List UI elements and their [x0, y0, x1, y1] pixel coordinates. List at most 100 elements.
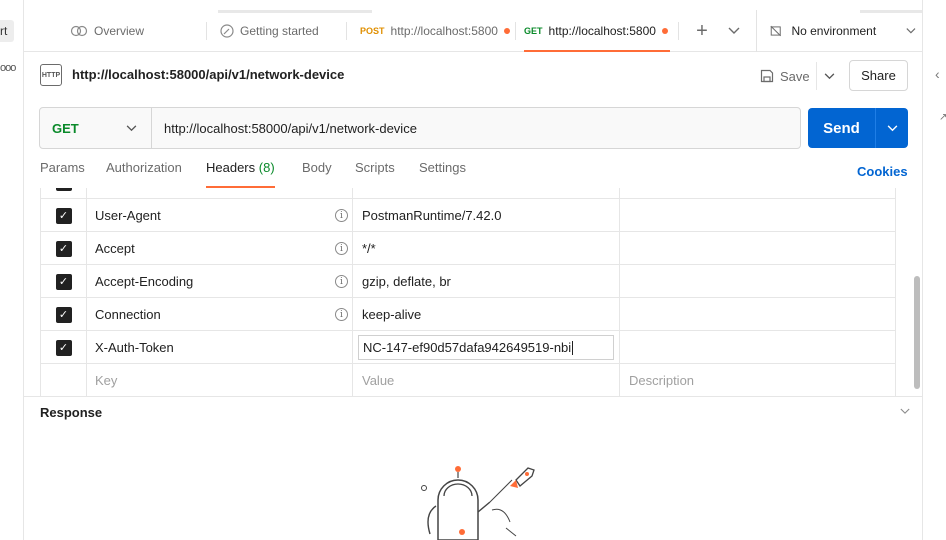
- text-caret: [572, 340, 574, 355]
- method-select[interactable]: GET: [40, 108, 152, 148]
- value-placeholder[interactable]: Value: [353, 364, 620, 396]
- checkbox-cell: ✓: [41, 188, 87, 199]
- description-cell[interactable]: [620, 188, 895, 199]
- astronaut-illustration: [421, 466, 535, 540]
- info-icon[interactable]: i: [335, 308, 348, 321]
- key-cell[interactable]: User-Agent i: [87, 199, 353, 232]
- method-badge: GET: [524, 26, 543, 36]
- value-cell[interactable]: [353, 188, 620, 199]
- key-cell[interactable]: Accept i: [87, 232, 353, 265]
- key-cell[interactable]: [87, 188, 353, 199]
- value-cell[interactable]: PostmanRuntime/7.42.0: [353, 199, 620, 232]
- header-key: Connection: [95, 307, 161, 322]
- table-row: ✓ Accept-Encoding i gzip, deflate, br: [41, 265, 895, 298]
- send-label: Send: [823, 119, 860, 137]
- send-button[interactable]: Send: [808, 108, 908, 148]
- headers-count: (8): [258, 160, 275, 175]
- value-cell[interactable]: keep-alive: [353, 298, 620, 331]
- unsaved-dot-icon: [661, 28, 668, 34]
- tab-settings[interactable]: Settings: [419, 160, 466, 188]
- collapse-icon[interactable]: ↗: [939, 112, 946, 123]
- tab-divider: [515, 22, 516, 40]
- url-input[interactable]: [152, 108, 800, 148]
- request-title[interactable]: http://localhost:58000/api/v1/network-de…: [72, 67, 344, 82]
- no-environment-icon: [770, 25, 781, 37]
- right-sidebar-strip: ‹ ↗: [922, 0, 946, 540]
- value-cell[interactable]: gzip, deflate, br: [353, 265, 620, 298]
- info-icon[interactable]: i: [335, 275, 348, 288]
- environment-label: No environment: [791, 24, 877, 38]
- description-cell[interactable]: [620, 265, 895, 298]
- tab-divider: [756, 10, 757, 52]
- tab-params[interactable]: Params: [40, 160, 85, 188]
- header-key: X-Auth-Token: [95, 340, 174, 355]
- checkbox[interactable]: ✓: [55, 306, 72, 323]
- tab-scripts[interactable]: Scripts: [355, 160, 395, 188]
- headers-table: ✓ ✓ User-Agent i PostmanRuntime/7.42.0 ✓ …: [40, 188, 896, 396]
- overview-icon: [70, 25, 88, 37]
- chevron-down-icon: [824, 72, 835, 79]
- cookies-link[interactable]: Cookies: [857, 164, 908, 179]
- checkbox[interactable]: ✓: [55, 273, 72, 290]
- environment-selector[interactable]: No environment: [770, 10, 916, 52]
- checkbox-cell: ✓: [41, 232, 87, 265]
- header-key: Accept-Encoding: [95, 274, 194, 289]
- description-cell[interactable]: [620, 232, 895, 265]
- tab-divider: [678, 22, 679, 40]
- scrollbar-thumb[interactable]: [914, 276, 920, 389]
- table-row-new: Key Value Description: [41, 364, 895, 396]
- save-label: Save: [780, 68, 810, 84]
- key-cell[interactable]: X-Auth-Token: [87, 331, 353, 364]
- more-options-icon[interactable]: ooo: [0, 62, 16, 74]
- chevron-down-icon[interactable]: [900, 404, 910, 418]
- save-button[interactable]: Save: [756, 62, 814, 90]
- checkbox[interactable]: ✓: [55, 339, 72, 356]
- left-sidebar-strip: rt ooo: [0, 0, 24, 540]
- checkbox-cell: ✓: [41, 265, 87, 298]
- checkbox[interactable]: ✓: [55, 188, 72, 191]
- table-row: ✓: [41, 188, 895, 199]
- url-bar: GET: [39, 107, 801, 149]
- tab-get-request[interactable]: GET http://localhost:5800: [524, 10, 670, 52]
- key-placeholder[interactable]: Key: [87, 364, 353, 396]
- sidebar-tab-fragment[interactable]: rt: [0, 20, 14, 42]
- description-cell[interactable]: [620, 199, 895, 232]
- tab-list-button[interactable]: [724, 10, 744, 52]
- tab-headers[interactable]: Headers (8): [206, 160, 275, 188]
- headers-label: Headers: [206, 160, 256, 175]
- share-button[interactable]: Share: [849, 60, 908, 91]
- tab-body[interactable]: Body: [302, 160, 332, 188]
- header-value: NC-147-ef90d57dafa942649519-nbi: [363, 340, 572, 355]
- tab-label: Overview: [94, 24, 145, 38]
- header-value: PostmanRuntime/7.42.0: [362, 208, 502, 223]
- key-cell[interactable]: Connection i: [87, 298, 353, 331]
- table-row: ✓ Accept i */*: [41, 232, 895, 265]
- header-value: gzip, deflate, br: [362, 274, 451, 289]
- send-options-button[interactable]: [876, 121, 908, 135]
- description-cell[interactable]: [620, 331, 895, 364]
- header-key: Accept: [95, 241, 135, 256]
- chevron-down-icon: [906, 28, 916, 34]
- header-value-input[interactable]: NC-147-ef90d57dafa942649519-nbi: [358, 335, 614, 360]
- info-icon[interactable]: i: [335, 209, 348, 222]
- chevron-left-icon[interactable]: ‹: [935, 66, 940, 82]
- tab-divider: [346, 22, 347, 40]
- checkbox[interactable]: ✓: [55, 207, 72, 224]
- chevron-down-icon: [126, 124, 137, 131]
- tab-overview[interactable]: Overview: [70, 10, 190, 52]
- add-tab-button[interactable]: +: [692, 10, 712, 52]
- tab-getting-started[interactable]: Getting started: [220, 10, 350, 52]
- info-icon[interactable]: i: [335, 242, 348, 255]
- method-badge: POST: [360, 26, 385, 36]
- value-cell[interactable]: */*: [353, 232, 620, 265]
- description-cell[interactable]: [620, 298, 895, 331]
- tab-post-request[interactable]: POST http://localhost:5800: [360, 10, 510, 52]
- checkbox[interactable]: ✓: [55, 240, 72, 257]
- description-placeholder[interactable]: Description: [620, 364, 895, 396]
- method-value: GET: [52, 120, 79, 136]
- tab-authorization[interactable]: Authorization: [106, 160, 182, 188]
- key-cell[interactable]: Accept-Encoding i: [87, 265, 353, 298]
- response-panel-header[interactable]: [24, 396, 922, 428]
- chevron-down-icon: [728, 27, 740, 34]
- save-options-button[interactable]: [816, 62, 842, 90]
